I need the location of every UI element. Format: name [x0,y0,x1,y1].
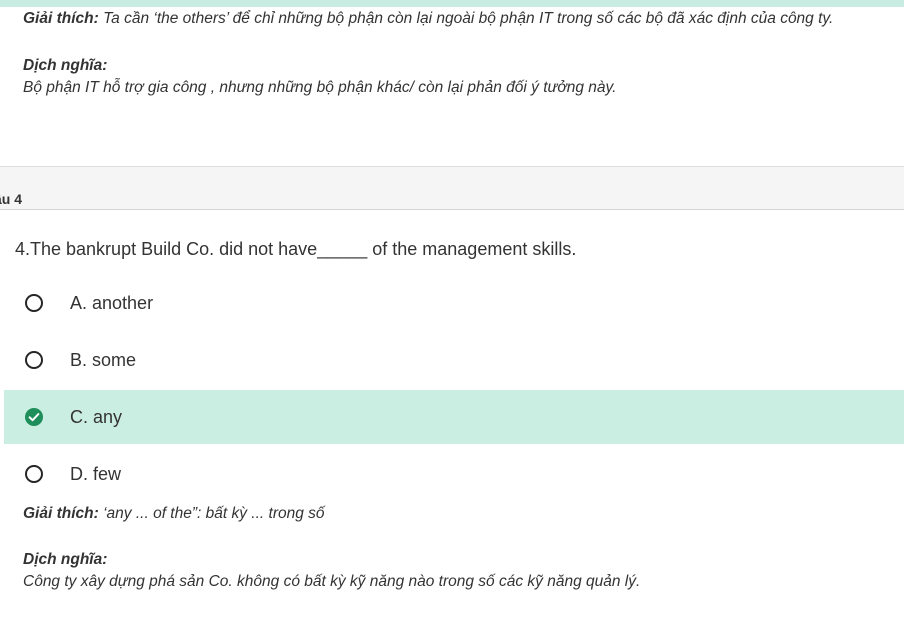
option-c-label: C. any [70,407,123,427]
radio-unchecked-icon[interactable] [25,465,43,483]
option-d-label: D. few [70,464,122,484]
option-c[interactable]: C. any [4,390,904,444]
radio-unchecked-icon[interactable] [25,351,43,369]
previous-translation-text: Bộ phận IT hỗ trợ gia công , nhưng những… [23,79,617,96]
answer-explanation-text: ‘any ... of the”: bất kỳ ... trong số [103,505,325,522]
previous-explanation-text: Ta cần ‘the others’ để chỉ những bộ phận… [103,10,834,27]
option-b[interactable]: B. some [4,333,904,387]
previous-explanation: Giải thích: Ta cần ‘the others’ để chỉ n… [23,9,893,29]
answer-translation-label: Dịch nghĩa: [23,551,108,568]
question-text: 4.The bankrupt Build Co. did not have___… [15,239,577,259]
radio-unchecked-icon[interactable] [25,294,43,312]
section-title: âu 4 [0,191,23,207]
answer-explanation-label: Giải thích: [23,505,99,522]
answer-explanation: Giải thích: ‘any ... of the”: bất kỳ ...… [23,504,893,524]
option-a-label: A. another [70,293,154,313]
option-b-label: B. some [70,350,137,370]
option-a[interactable]: A. another [4,276,904,330]
previous-explanation-label: Giải thích: [23,10,99,27]
previous-translation-label: Dịch nghĩa: [23,57,108,74]
answer-translation-text: Công ty xây dựng phá sản Co. không có bấ… [23,573,641,590]
question-section-header: âu 4 [0,166,904,210]
option-d[interactable]: D. few [4,447,904,501]
previous-card-border [0,0,904,7]
check-circle-icon[interactable] [25,408,43,426]
